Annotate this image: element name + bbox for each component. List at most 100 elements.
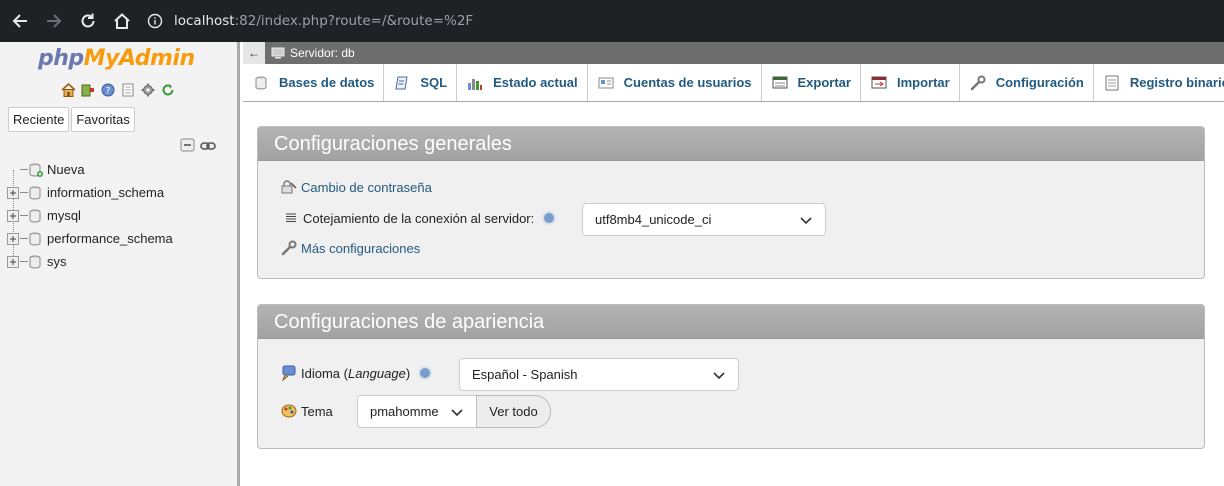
import-icon: [871, 75, 887, 91]
database-icon: [29, 255, 43, 269]
language-row: Idioma (Language): [280, 364, 433, 382]
reload-nav-icon[interactable]: [160, 82, 176, 98]
server-label[interactable]: Servidor: db: [290, 46, 355, 60]
status-icon: [467, 75, 483, 91]
theme-select[interactable]: pmahomme: [357, 395, 477, 428]
nav-icon-row: ?: [60, 82, 176, 98]
collation-select[interactable]: utf8mb4_unicode_ci: [582, 203, 826, 236]
tree-controls: [180, 138, 216, 155]
database-icon: [29, 232, 43, 246]
server-breadcrumb: ← Servidor: db: [243, 42, 1224, 64]
phpmyadmin-logo[interactable]: phpMyAdmin: [38, 46, 195, 71]
tree-item-label: information_schema: [47, 185, 165, 200]
url-host: localhost: [174, 13, 235, 29]
url-path: :82/index.php?route=/&route=%2F: [234, 13, 474, 29]
log-icon: [1104, 75, 1120, 91]
expand-icon[interactable]: [6, 186, 20, 200]
browser-toolbar: localhost:82/index.php?route=/&route=%2F: [0, 0, 1224, 42]
general-settings-panel: Configuraciones generales Cambio de cont…: [257, 126, 1205, 279]
help-icon[interactable]: ?: [100, 82, 116, 98]
change-password-row: Cambio de contraseña: [280, 178, 432, 196]
address-bar[interactable]: localhost:82/index.php?route=/&route=%2F: [144, 5, 1224, 37]
database-icon: [29, 186, 43, 200]
tab-label: Bases de datos: [279, 75, 375, 90]
tab-binary-log[interactable]: Registro binario: [1094, 64, 1224, 101]
tab-label: SQL: [420, 75, 448, 90]
change-password-link[interactable]: Cambio de contraseña: [301, 180, 432, 195]
view-all-button[interactable]: Ver todo: [476, 395, 551, 428]
top-menu: Bases de datos SQL Estado actual Cuentas…: [243, 64, 1224, 102]
tab-label: Exportar: [797, 75, 851, 90]
language-select[interactable]: Español - Spanish: [459, 358, 739, 391]
language-icon: [280, 364, 298, 382]
theme-row: Tema: [280, 402, 333, 420]
tab-settings[interactable]: Configuración: [960, 64, 1094, 101]
tab-label: Registro binario: [1129, 75, 1224, 90]
collapse-panel-icon[interactable]: ←: [243, 42, 265, 64]
chevron-down-icon: [800, 217, 812, 225]
tab-databases[interactable]: Bases de datos: [243, 64, 385, 101]
tree-item-label: performance_schema: [47, 231, 173, 246]
tab-label: Estado actual: [493, 75, 578, 90]
docs-icon[interactable]: [120, 82, 136, 98]
expand-icon[interactable]: [6, 255, 20, 269]
help-icon[interactable]: [418, 366, 433, 380]
section-title: Configuraciones generales: [258, 127, 1204, 161]
section-title: Configuraciones de apariencia: [258, 305, 1204, 339]
chevron-down-icon: [451, 409, 463, 417]
database-icon: [29, 209, 43, 223]
logout-icon[interactable]: [80, 82, 96, 98]
tree-item-sys[interactable]: sys: [6, 250, 173, 273]
database-tree: Nueva information_schema mysql performan…: [6, 158, 173, 273]
tab-label: Importar: [896, 75, 950, 90]
back-icon[interactable]: [4, 5, 36, 37]
appearance-settings-panel: Configuraciones de apariencia Idioma (La…: [257, 304, 1205, 449]
favorites-tab[interactable]: Favoritas: [71, 107, 135, 132]
tree-item-information-schema[interactable]: information_schema: [6, 181, 173, 204]
new-database-icon: [29, 163, 43, 177]
export-icon: [772, 75, 788, 91]
tab-user-accounts[interactable]: Cuentas de usuarios: [588, 64, 762, 101]
collation-row: Cotejamiento de la conexión al servidor:: [282, 209, 557, 227]
collapse-all-icon[interactable]: [180, 138, 196, 155]
list-icon: [282, 209, 300, 227]
forward-icon[interactable]: [38, 5, 70, 37]
collation-label: Cotejamiento de la conexión al servidor:: [303, 210, 535, 226]
home-icon[interactable]: [60, 82, 76, 98]
theme-value: pmahomme: [370, 404, 439, 419]
tab-export[interactable]: Exportar: [762, 64, 861, 101]
tab-import[interactable]: Importar: [861, 64, 960, 101]
link-with-main-icon[interactable]: [200, 139, 216, 154]
tree-item-label: sys: [47, 254, 67, 269]
expand-icon[interactable]: [6, 209, 20, 223]
site-info-icon[interactable]: [144, 10, 166, 32]
theme-label: Tema: [301, 403, 333, 419]
tree-item-performance-schema[interactable]: performance_schema: [6, 227, 173, 250]
tab-sql[interactable]: SQL: [384, 64, 458, 101]
tree-item-new[interactable]: Nueva: [6, 158, 173, 181]
expand-icon[interactable]: [6, 232, 20, 246]
more-settings-link[interactable]: Más configuraciones: [301, 241, 420, 256]
tab-label: Configuración: [995, 75, 1084, 90]
settings-gear-icon[interactable]: [140, 82, 156, 98]
nav-tabs: Reciente Favoritas: [8, 107, 135, 132]
password-icon: [280, 178, 298, 196]
tree-item-label: Nueva: [47, 162, 85, 177]
tab-label: Cuentas de usuarios: [623, 75, 752, 90]
theme-palette-icon: [280, 402, 298, 420]
wrench-icon: [280, 239, 298, 257]
svg-text:?: ?: [106, 87, 111, 97]
recent-tab[interactable]: Reciente: [8, 107, 70, 132]
reload-icon[interactable]: [72, 5, 104, 37]
sql-icon: [394, 75, 410, 91]
more-settings-row: Más configuraciones: [280, 239, 420, 257]
help-icon[interactable]: [542, 211, 557, 225]
tree-item-mysql[interactable]: mysql: [6, 204, 173, 227]
database-icon: [253, 75, 269, 91]
collation-value: utf8mb4_unicode_ci: [595, 212, 712, 227]
users-icon: [598, 75, 614, 91]
navigation-panel: phpMyAdmin ? Reciente Favoritas Nueva in…: [0, 42, 240, 486]
server-icon: [271, 47, 285, 59]
home-icon[interactable]: [106, 5, 138, 37]
tab-status[interactable]: Estado actual: [457, 64, 588, 101]
